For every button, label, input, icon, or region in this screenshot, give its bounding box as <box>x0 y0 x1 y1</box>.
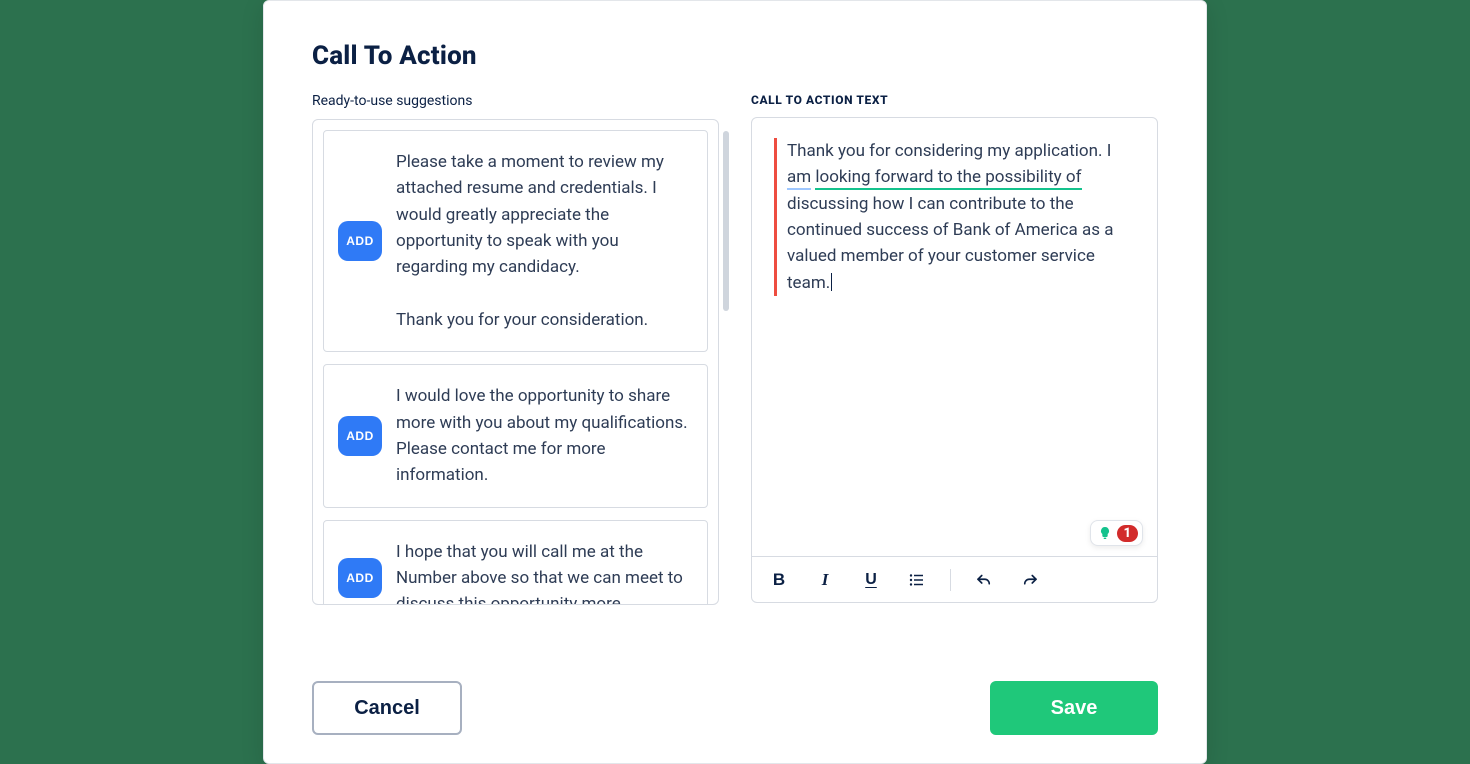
underline-button[interactable]: U <box>858 567 884 593</box>
text-caret <box>831 273 832 291</box>
editor-body[interactable]: Thank you for considering my application… <box>752 118 1157 556</box>
add-suggestion-button[interactable]: ADD <box>338 221 382 261</box>
suggestion-card: ADD Please take a moment to review my at… <box>323 130 708 352</box>
grammar-underline-blue[interactable]: am <box>787 167 811 190</box>
suggestion-text: Please take a moment to review my attach… <box>396 149 691 333</box>
modal-footer: Cancel Save <box>312 681 1158 735</box>
grammar-underline-green[interactable]: looking forward to the possibility of <box>815 167 1081 190</box>
add-suggestion-button[interactable]: ADD <box>338 416 382 456</box>
lightbulb-icon <box>1095 523 1115 543</box>
call-to-action-modal: Call To Action Ready-to-use suggestions … <box>263 0 1207 764</box>
cancel-button[interactable]: Cancel <box>312 681 462 735</box>
suggestions-panel[interactable]: ADD Please take a moment to review my at… <box>312 119 719 605</box>
suggestions-label: Ready-to-use suggestions <box>312 93 719 109</box>
editor-column: CALL TO ACTION TEXT Thank you for consid… <box>751 93 1158 651</box>
redo-button[interactable] <box>1017 567 1043 593</box>
text-segment: Thank you for considering my application… <box>787 141 1111 161</box>
cta-editor: Thank you for considering my application… <box>751 117 1158 603</box>
italic-button[interactable]: I <box>812 567 838 593</box>
bold-button[interactable]: B <box>766 567 792 593</box>
suggestion-text: I would love the opportunity to share mo… <box>396 383 691 488</box>
suggestions-column: Ready-to-use suggestions ADD Please take… <box>312 93 719 651</box>
suggestions-wrap: ADD Please take a moment to review my at… <box>312 119 719 651</box>
suggestion-card: ADD I would love the opportunity to shar… <box>323 364 708 507</box>
suggestion-text: I hope that you will call me at the Numb… <box>396 539 691 605</box>
columns: Ready-to-use suggestions ADD Please take… <box>312 93 1158 651</box>
text-segment: discussing how I can contribute to the c… <box>787 194 1113 293</box>
grammar-error-count: 1 <box>1117 525 1139 542</box>
save-button[interactable]: Save <box>990 681 1158 735</box>
toolbar-separator <box>950 569 951 591</box>
editor-toolbar: B I U <box>752 556 1157 602</box>
undo-button[interactable] <box>971 567 997 593</box>
suggestions-scrollbar[interactable] <box>723 131 729 311</box>
suggestion-card: ADD I hope that you will call me at the … <box>323 520 708 605</box>
editor-label: CALL TO ACTION TEXT <box>751 93 1158 107</box>
editor-paragraph[interactable]: Thank you for considering my application… <box>774 138 1135 296</box>
bullet-list-button[interactable] <box>904 567 930 593</box>
grammar-badge[interactable]: 1 <box>1090 520 1144 546</box>
add-suggestion-button[interactable]: ADD <box>338 558 382 598</box>
modal-title: Call To Action <box>312 41 1158 71</box>
